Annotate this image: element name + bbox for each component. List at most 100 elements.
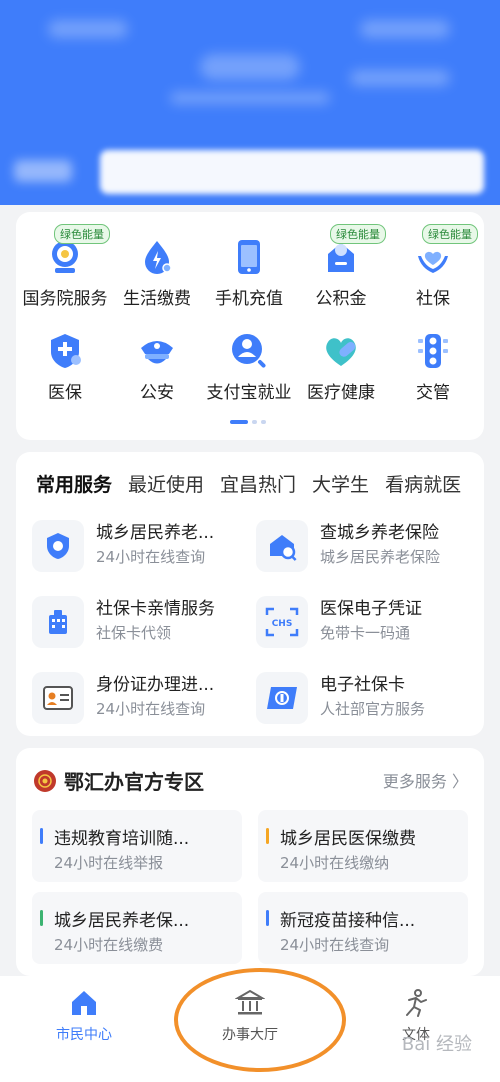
app-subtitle-blur bbox=[170, 92, 330, 104]
grid-item-phone-topup[interactable]: 手机充值 bbox=[202, 236, 296, 309]
zone-item-title: 违规教育培训随... bbox=[54, 829, 190, 849]
grid-label: 国务院服务 bbox=[22, 289, 108, 309]
page-dot bbox=[261, 420, 266, 424]
grid-item-social-security[interactable]: 绿色能量 社保 bbox=[386, 224, 480, 309]
medical-shield-icon bbox=[51, 334, 81, 368]
service-subtitle: 24小时在线查询 bbox=[96, 700, 206, 718]
service-title: 社保卡亲情服务 bbox=[96, 599, 215, 619]
grid-item-traffic[interactable]: 交管 bbox=[386, 330, 480, 403]
tab-yichang-hot[interactable]: 宜昌热门 bbox=[220, 470, 296, 497]
zone-item-title: 城乡居民医保缴费 bbox=[280, 829, 416, 849]
app-title-blur bbox=[200, 54, 300, 80]
status-bar-blur bbox=[48, 20, 128, 38]
green-energy-badge: 绿色能量 bbox=[422, 224, 478, 244]
heart-pill-icon bbox=[326, 338, 356, 366]
service-item[interactable]: 城乡居民养老... 24小时在线查询 bbox=[32, 516, 252, 578]
search-input[interactable] bbox=[100, 150, 484, 194]
service-title: 电子社保卡 bbox=[320, 675, 405, 695]
service-item[interactable]: 电子社保卡 人社部官方服务 bbox=[256, 668, 476, 730]
building-icon bbox=[32, 596, 84, 648]
zone-item-subtitle: 24小时在线查询 bbox=[280, 936, 390, 954]
zone-item[interactable]: 城乡居民养老保... 24小时在线缴费 bbox=[32, 892, 242, 964]
accent-bar bbox=[40, 910, 43, 926]
home-icon bbox=[72, 991, 96, 1015]
id-card-icon bbox=[32, 672, 84, 724]
service-subtitle: 24小时在线查询 bbox=[96, 548, 206, 566]
zone-item-subtitle: 24小时在线缴纳 bbox=[280, 854, 390, 872]
page-dot bbox=[252, 420, 257, 424]
tab-recent[interactable]: 最近使用 bbox=[128, 470, 204, 497]
shield-icon bbox=[32, 520, 84, 572]
police-cap-icon bbox=[141, 341, 173, 364]
accent-bar bbox=[266, 828, 269, 844]
zone-item[interactable]: 城乡居民医保缴费 24小时在线缴纳 bbox=[258, 810, 468, 882]
watermark: Bai 经验 bbox=[401, 1034, 472, 1055]
grid-item-medical-insurance[interactable]: 医保 bbox=[18, 330, 112, 403]
grid-item-utilities[interactable]: 生活缴费 bbox=[110, 236, 204, 309]
accent-bar bbox=[40, 828, 43, 844]
tab-common[interactable]: 常用服务 bbox=[36, 470, 112, 497]
runner-icon bbox=[406, 989, 427, 1017]
mobile-phone-icon bbox=[238, 240, 260, 274]
service-item[interactable]: 查城乡养老保险 城乡居民养老保险 bbox=[256, 516, 476, 578]
green-energy-badge: 绿色能量 bbox=[330, 224, 386, 244]
zone-item-subtitle: 24小时在线举报 bbox=[54, 854, 164, 872]
zone-item-subtitle: 24小时在线缴费 bbox=[54, 936, 164, 954]
highlight-ellipse bbox=[174, 968, 346, 1072]
service-title: 城乡居民养老... bbox=[96, 523, 215, 543]
city-selector[interactable] bbox=[14, 160, 72, 182]
status-icons-blur bbox=[360, 20, 450, 38]
grid-label: 医保 bbox=[48, 383, 82, 403]
chs-scan-icon: CHS bbox=[256, 596, 308, 648]
nav-citizen-center[interactable]: 市民中心 bbox=[24, 988, 144, 1044]
grid-item-housing-fund[interactable]: 绿色能量 公积金 bbox=[294, 224, 388, 309]
social-card-icon bbox=[256, 672, 308, 724]
grid-item-state-council[interactable]: 绿色能量 国务院服务 bbox=[18, 224, 112, 309]
service-item[interactable]: 社保卡亲情服务 社保卡代领 bbox=[32, 592, 252, 654]
service-title: 身份证办理进... bbox=[96, 675, 215, 695]
header-action-blur[interactable] bbox=[350, 70, 450, 86]
grid-label: 公安 bbox=[140, 383, 174, 403]
zone-item-title: 新冠疫苗接种信... bbox=[280, 911, 416, 931]
grid-label: 公积金 bbox=[315, 289, 367, 309]
tab-students[interactable]: 大学生 bbox=[312, 470, 369, 497]
emblem-icon bbox=[34, 770, 56, 792]
grid-label: 支付宝就业 bbox=[206, 383, 292, 403]
zone-item[interactable]: 新冠疫苗接种信... 24小时在线查询 bbox=[258, 892, 468, 964]
page-dot-active bbox=[230, 420, 248, 424]
grid-item-healthcare[interactable]: 医疗健康 bbox=[294, 330, 388, 403]
service-subtitle: 社保卡代领 bbox=[96, 624, 172, 642]
grid-label: 生活缴费 bbox=[123, 289, 191, 309]
grid-label: 交管 bbox=[416, 383, 450, 403]
zone-item[interactable]: 违规教育培训随... 24小时在线举报 bbox=[32, 810, 242, 882]
nav-label: 市民中心 bbox=[56, 1027, 112, 1043]
service-title: 查城乡养老保险 bbox=[320, 523, 439, 543]
zone-title: 鄂汇办官方专区 bbox=[64, 770, 204, 794]
service-item[interactable]: CHS 医保电子凭证 免带卡一码通 bbox=[256, 592, 476, 654]
service-subtitle: 人社部官方服务 bbox=[320, 700, 426, 718]
svg-text:CHS: CHS bbox=[272, 619, 293, 629]
service-title: 医保电子凭证 bbox=[320, 599, 422, 619]
tab-medical[interactable]: 看病就医 bbox=[385, 470, 461, 497]
more-services-link[interactable]: 更多服务 〉 bbox=[383, 768, 468, 792]
water-drop-icon bbox=[145, 241, 172, 274]
grid-item-alipay-jobs[interactable]: 支付宝就业 bbox=[202, 330, 296, 403]
service-grid: 绿色能量 国务院服务 生活缴费 手机充值 绿色能量 公积金 绿色能量 社保 医保… bbox=[16, 212, 484, 440]
common-services-card: 常用服务 最近使用 宜昌热门 大学生 看病就医 城乡居民养老... 24小时在线… bbox=[16, 452, 484, 736]
page-indicator bbox=[230, 420, 266, 424]
zone-item-title: 城乡居民养老保... bbox=[54, 911, 190, 931]
service-item[interactable]: 身份证办理进... 24小时在线查询 bbox=[32, 668, 252, 730]
service-subtitle: 城乡居民养老保险 bbox=[320, 548, 441, 566]
grid-label: 社保 bbox=[416, 289, 450, 309]
service-subtitle: 免带卡一码通 bbox=[320, 624, 411, 642]
official-zone-card: 鄂汇办官方专区 更多服务 〉 违规教育培训随... 24小时在线举报 城乡居民医… bbox=[16, 748, 484, 976]
header-banner bbox=[0, 0, 500, 205]
pension-search-icon bbox=[256, 520, 308, 572]
person-search-icon bbox=[232, 334, 266, 368]
grid-item-police[interactable]: 公安 bbox=[110, 330, 204, 403]
traffic-light-icon bbox=[418, 334, 448, 368]
green-energy-badge: 绿色能量 bbox=[54, 224, 110, 244]
grid-label: 医疗健康 bbox=[307, 383, 375, 403]
service-tabs: 常用服务 最近使用 宜昌热门 大学生 看病就医 bbox=[36, 470, 461, 497]
grid-label: 手机充值 bbox=[215, 289, 283, 309]
